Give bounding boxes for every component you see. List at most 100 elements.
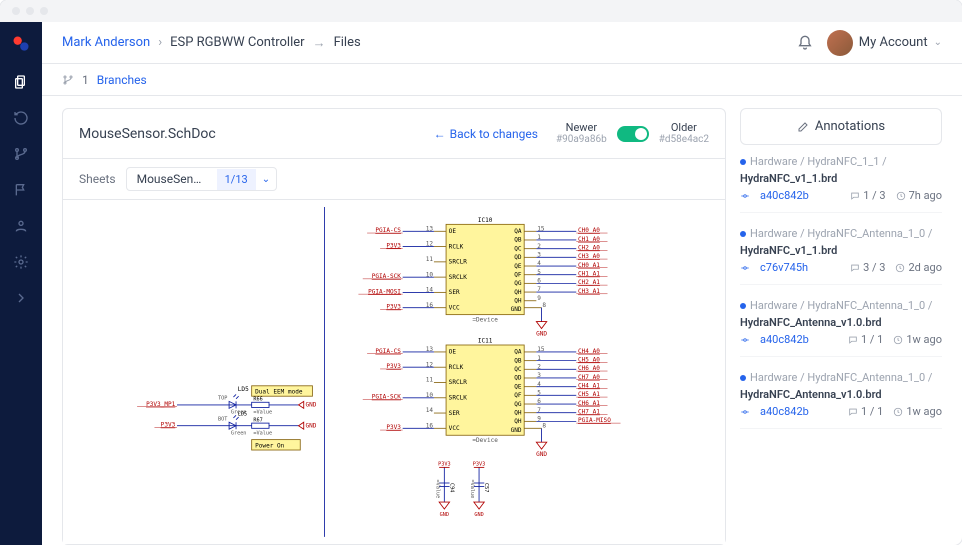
bubble-icon bbox=[848, 335, 858, 345]
annotation-item[interactable]: Hardware / HydraNFC_Antenna_1_0 / HydraN… bbox=[740, 227, 942, 285]
svg-text:VCC: VCC bbox=[449, 305, 460, 312]
commit-icon bbox=[740, 407, 750, 417]
annotation-hash[interactable]: c76v745h bbox=[760, 261, 808, 274]
nav-people-icon[interactable] bbox=[13, 218, 29, 234]
svg-text:QC: QC bbox=[514, 366, 522, 373]
edit-icon bbox=[797, 121, 809, 133]
branches-link[interactable]: Branches bbox=[97, 73, 147, 87]
sheet-selector[interactable]: MouseSens… 1/13 ⌄ bbox=[126, 167, 277, 191]
account-label: My Account bbox=[859, 35, 928, 50]
svg-text:GND: GND bbox=[440, 512, 449, 518]
annotation-file: HydraNFC_Antenna_v1.0.brd bbox=[740, 316, 942, 329]
clock-icon bbox=[893, 407, 903, 417]
svg-text:C94: C94 bbox=[448, 483, 454, 492]
annotation-path: Hardware / HydraNFC_Antenna_1_0 / bbox=[740, 227, 942, 240]
traffic-min[interactable] bbox=[26, 7, 34, 15]
breadcrumb-project[interactable]: ESP RGBWW Controller bbox=[170, 35, 304, 50]
svg-text:QG: QG bbox=[514, 401, 522, 408]
nav-settings-icon[interactable] bbox=[13, 254, 29, 270]
chevron-down-icon: ⌄ bbox=[934, 37, 942, 48]
annotation-item[interactable]: Hardware / HydraNFC_Antenna_1_0 / HydraN… bbox=[740, 371, 942, 429]
bell-icon[interactable] bbox=[797, 35, 813, 51]
bubble-icon bbox=[850, 191, 860, 201]
clock-icon bbox=[896, 191, 906, 201]
annotation-file: HydraNFC_Antenna_v1.0.brd bbox=[740, 388, 942, 401]
diff-toggle-switch[interactable] bbox=[617, 126, 649, 142]
svg-text:QH: QH bbox=[514, 289, 522, 296]
svg-text:R66: R66 bbox=[253, 397, 262, 403]
breadcrumb-page: Files bbox=[334, 35, 361, 50]
annotation-time: 1w ago bbox=[893, 405, 942, 418]
app-logo-icon bbox=[11, 34, 31, 54]
svg-text:QC: QC bbox=[514, 246, 522, 253]
account-menu[interactable]: My Account ⌄ bbox=[827, 30, 942, 56]
annotation-file: HydraNFC_v1_1.brd bbox=[740, 172, 942, 185]
svg-text:Dual EEM mode: Dual EEM mode bbox=[255, 389, 303, 396]
svg-text:11: 11 bbox=[426, 256, 434, 263]
svg-text:VCC: VCC bbox=[449, 425, 460, 432]
branch-icon bbox=[62, 74, 74, 86]
svg-text:OE: OE bbox=[449, 349, 457, 356]
version-toggle: Newer #90a9a86b Older #d58e4ac2 bbox=[556, 121, 709, 146]
svg-text:=Value: =Value bbox=[253, 410, 272, 416]
bubble-icon bbox=[848, 407, 858, 417]
breadcrumb-user[interactable]: Mark Anderson bbox=[62, 35, 150, 50]
svg-text:P3V3: P3V3 bbox=[438, 462, 451, 468]
svg-text:8: 8 bbox=[542, 302, 546, 309]
nav-files-icon[interactable] bbox=[13, 74, 29, 90]
nav-collapse-icon[interactable] bbox=[13, 290, 29, 306]
annotation-hash[interactable]: a40c842b bbox=[760, 189, 809, 202]
svg-text:QA: QA bbox=[514, 349, 522, 356]
nav-flag-icon[interactable] bbox=[13, 182, 29, 198]
svg-text:Power On: Power On bbox=[255, 443, 285, 450]
annotation-path: Hardware / HydraNFC_Antenna_1_0 / bbox=[740, 299, 942, 312]
annotations-panel: Annotations Hardware / HydraNFC_1_1 / Hy… bbox=[740, 108, 942, 545]
svg-text:8: 8 bbox=[542, 423, 546, 430]
svg-text:IC10: IC10 bbox=[478, 217, 493, 224]
commit-icon bbox=[740, 191, 750, 201]
svg-text:QE: QE bbox=[514, 384, 522, 391]
annotations-title: Annotations bbox=[815, 119, 885, 134]
svg-text:QA: QA bbox=[514, 228, 522, 235]
annotation-file: HydraNFC_v1_1.brd bbox=[740, 244, 942, 257]
traffic-max[interactable] bbox=[40, 7, 48, 15]
sheet-page: 1/13 bbox=[217, 169, 256, 190]
annotation-hash[interactable]: a40c842b bbox=[760, 333, 809, 346]
svg-text:14: 14 bbox=[426, 407, 434, 414]
annotation-item[interactable]: Hardware / HydraNFC_1_1 / HydraNFC_v1_1.… bbox=[740, 155, 942, 213]
svg-text:SRCLR: SRCLR bbox=[449, 379, 468, 386]
sheet-name: MouseSens… bbox=[127, 168, 217, 190]
svg-text:QD: QD bbox=[514, 254, 522, 261]
back-to-changes-link[interactable]: ← Back to changes bbox=[434, 127, 538, 141]
svg-text:SRCLK: SRCLK bbox=[449, 395, 468, 402]
newer-hash: #90a9a86b bbox=[556, 134, 607, 146]
user-avatar bbox=[827, 30, 853, 56]
older-label: Older bbox=[671, 121, 697, 134]
annotation-item[interactable]: Hardware / HydraNFC_Antenna_1_0 / HydraN… bbox=[740, 299, 942, 357]
svg-text:QH: QH bbox=[514, 410, 522, 417]
svg-text:GND: GND bbox=[511, 306, 522, 313]
nav-branch-icon[interactable] bbox=[13, 146, 29, 162]
window-chrome bbox=[0, 0, 962, 22]
svg-text:QE: QE bbox=[514, 263, 522, 270]
svg-text:GND: GND bbox=[536, 451, 547, 458]
svg-text:TOP: TOP bbox=[218, 396, 227, 402]
svg-text:9: 9 bbox=[537, 295, 541, 302]
breadcrumb-bar: Mark Anderson › ESP RGBWW Controller → F… bbox=[42, 22, 962, 64]
primary-sidebar bbox=[0, 22, 42, 545]
document-title: MouseSensor.SchDoc bbox=[79, 126, 216, 142]
annotation-time: 7h ago bbox=[896, 189, 942, 202]
nav-chat-icon[interactable] bbox=[13, 110, 29, 126]
schematic-canvas[interactable]: IC1013OEPGIA-CS12RCLKP3V311SRCLR10SRCLKP… bbox=[63, 200, 725, 544]
traffic-close[interactable] bbox=[12, 7, 20, 15]
svg-text:=Value: =Value bbox=[469, 480, 475, 499]
branch-count: 1 bbox=[82, 73, 89, 87]
svg-text:SRCLR: SRCLR bbox=[449, 259, 468, 266]
annotation-hash[interactable]: a40c842b bbox=[760, 405, 809, 418]
newer-label: Newer bbox=[566, 121, 598, 134]
svg-text:QF: QF bbox=[514, 272, 522, 279]
svg-text:QF: QF bbox=[514, 392, 522, 399]
commit-icon bbox=[740, 335, 750, 345]
svg-text:GND: GND bbox=[511, 427, 522, 434]
chevron-right-icon: › bbox=[158, 35, 162, 50]
